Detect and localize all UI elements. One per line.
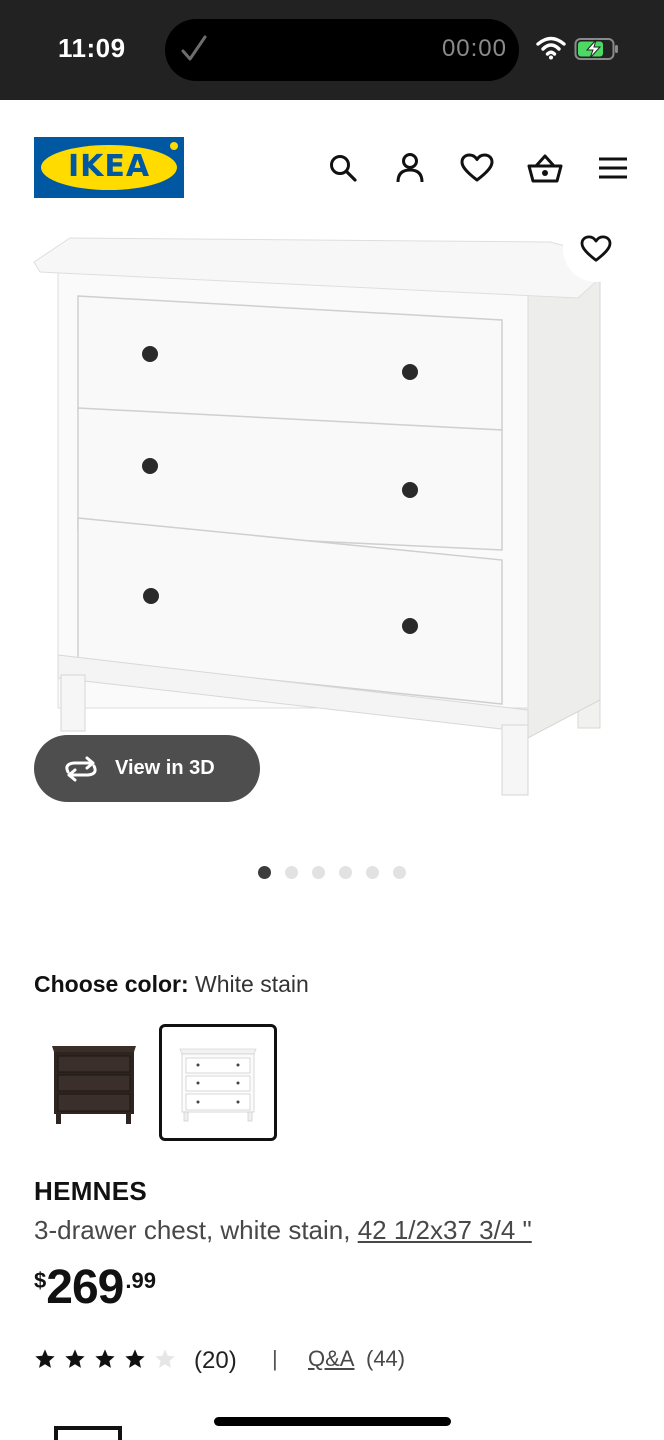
carousel-dot-4[interactable] [339,866,352,879]
favorites-button[interactable] [457,148,497,188]
product-image[interactable] [30,220,635,810]
search-button[interactable] [323,148,363,188]
account-icon [396,153,424,183]
carousel-dot-1[interactable] [258,866,271,879]
cart-icon [527,154,563,183]
view-in-3d-button[interactable]: View in 3D [34,735,260,802]
check-icon [181,35,207,61]
carousel-dot-5[interactable] [366,866,379,879]
dynamic-island: 00:00 [165,19,519,81]
wifi-icon [536,36,566,60]
rotate-3d-icon [65,756,97,781]
image-carousel-dots [258,866,418,880]
color-option-white-stain[interactable] [159,1024,277,1141]
product-description: 3-drawer chest, white stain, 42 1/2x37 3… [34,1215,532,1246]
status-bar: 11:09 00:00 [0,0,664,100]
black-brown-dresser-thumbnail [52,1045,136,1124]
heart-icon [580,235,612,262]
star-filled-icon[interactable] [64,1348,86,1370]
home-indicator[interactable] [214,1417,451,1426]
white-stain-dresser-thumbnail [179,1048,257,1121]
color-chooser-heading: Choose color: White stain [34,971,309,998]
partial-section-icon [54,1426,122,1440]
logo-text: IKEA [67,149,151,184]
star-filled-icon[interactable] [94,1348,116,1370]
qa-link[interactable]: Q&A [308,1346,354,1372]
color-label: Choose color: [34,971,189,997]
price-decimal: .99 [125,1268,156,1293]
view-in-3d-label: View in 3D [115,757,215,779]
search-icon [330,155,357,182]
timer-text: 00:00 [441,35,507,62]
carousel-dot-3[interactable] [312,866,325,879]
star-filled-icon[interactable] [124,1348,146,1370]
ikea-logo[interactable]: IKEA [34,137,184,198]
star-filled-icon[interactable] [34,1348,56,1370]
menu-button[interactable] [593,148,633,188]
qa-count: (44) [366,1346,406,1371]
star-empty-icon[interactable] [154,1348,176,1370]
menu-icon [599,157,627,179]
battery-charging-icon [574,38,618,60]
status-time: 11:09 [58,33,126,63]
product-dimensions-link[interactable]: 42 1/2x37 3/4 " [358,1215,532,1245]
add-to-favorites-button[interactable] [563,216,629,282]
rating-row: (20) | Q&A (44) [34,1346,454,1376]
account-button[interactable] [390,148,430,188]
price-currency: $ [34,1268,47,1293]
product-name: HEMNES [34,1176,148,1206]
rating-separator: | [272,1346,278,1371]
color-option-black-brown[interactable] [34,1024,152,1141]
logo-registered-mark [170,142,178,150]
review-count[interactable]: (20) [194,1347,237,1375]
carousel-dot-2[interactable] [285,866,298,879]
cart-button[interactable] [525,148,565,188]
price-integer: 269 [46,1261,124,1314]
color-value: White stain [195,971,309,997]
heart-icon [460,153,494,182]
product-description-text: 3-drawer chest, white stain, [34,1215,351,1245]
carousel-dot-6[interactable] [393,866,406,879]
product-price: $ 269 .99 [34,1262,156,1314]
